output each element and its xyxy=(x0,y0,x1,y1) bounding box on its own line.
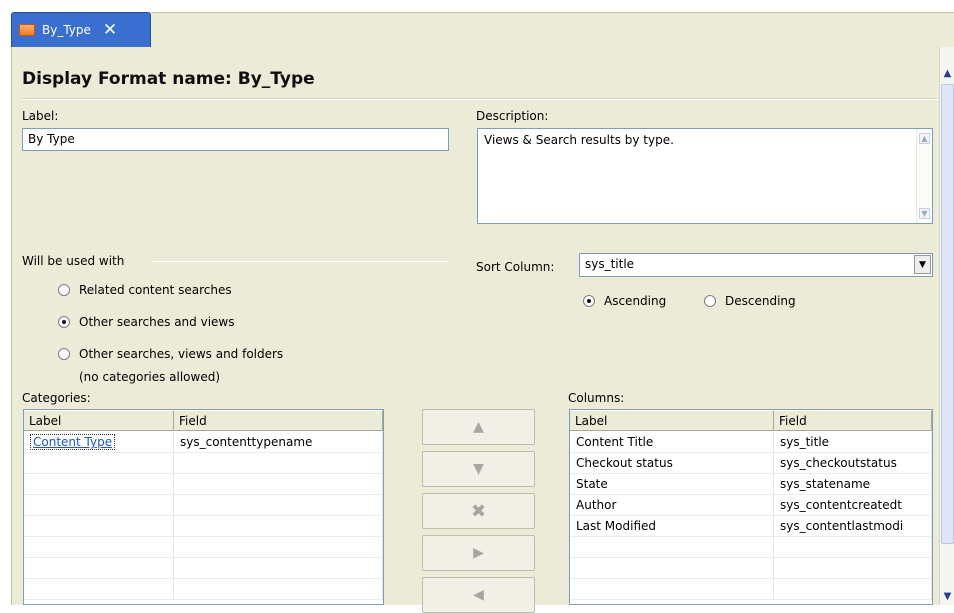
usage-group-divider xyxy=(152,261,449,262)
radio-descending[interactable]: Descending xyxy=(704,294,796,308)
table-cell-field: sys_statename xyxy=(774,474,932,495)
radio-button-icon xyxy=(58,284,70,296)
radio-other-searches-views-folders[interactable]: Other searches, views and folders xyxy=(58,347,283,361)
tab-by-type[interactable]: By_Type ✕ xyxy=(11,12,151,47)
description-text: Views & Search results by type. xyxy=(484,133,674,147)
radio-label: Other searches, views and folders xyxy=(79,347,284,361)
table-cell-label: Content Title xyxy=(570,432,774,453)
table-row[interactable]: Last Modified sys_contentlastmodi xyxy=(570,516,932,537)
move-left-button[interactable]: ◀ xyxy=(422,577,535,613)
radio-ascending[interactable]: Ascending xyxy=(583,294,666,308)
move-down-icon: ▼ xyxy=(473,461,484,477)
table-row[interactable]: Author sys_contentcreatedt xyxy=(570,495,932,516)
table-cell-label: Last Modified xyxy=(570,516,774,537)
columns-label: Columns: xyxy=(568,391,625,405)
table-cell-field: sys_contenttypename xyxy=(174,432,383,453)
table-row-empty xyxy=(24,495,383,516)
display-format-icon xyxy=(19,24,35,36)
remove-button[interactable]: ✖ xyxy=(422,493,535,529)
editor-scrollbar[interactable]: ▲ ▼ xyxy=(939,47,954,605)
table-row[interactable]: Content Type sys_contenttypename xyxy=(24,432,383,453)
table-row-empty xyxy=(570,537,932,558)
move-up-button[interactable]: ▲ xyxy=(422,409,535,445)
scrollbar-thumb[interactable] xyxy=(941,84,954,544)
column-header-field[interactable]: Field xyxy=(774,410,932,431)
radio-sublabel: (no categories allowed) xyxy=(79,370,221,384)
table-row-empty xyxy=(24,579,383,600)
remove-icon: ✖ xyxy=(470,500,487,522)
categories-label: Categories: xyxy=(22,391,91,405)
move-down-button[interactable]: ▼ xyxy=(422,451,535,487)
page-title: Display Format name: By_Type xyxy=(22,69,315,89)
table-cell-field: sys_checkoutstatus xyxy=(774,453,932,474)
move-left-icon: ◀ xyxy=(473,587,484,603)
radio-label: Other searches and views xyxy=(79,315,235,329)
usage-group-label: Will be used with xyxy=(22,254,125,268)
label-field-label: Label: xyxy=(22,109,59,123)
display-format-editor: Display Format name: By_Type Label: By T… xyxy=(11,47,940,613)
table-row[interactable]: State sys_statename xyxy=(570,474,932,495)
radio-related-content-searches[interactable]: Related content searches xyxy=(58,283,232,297)
table-row-empty xyxy=(570,579,932,600)
table-cell-field: sys_title xyxy=(774,432,932,453)
tab-strip-background xyxy=(151,12,954,47)
cell-text: Content Type xyxy=(30,434,116,450)
radio-other-searches-and-views[interactable]: Other searches and views xyxy=(58,315,234,329)
table-cell-field: sys_contentcreatedt xyxy=(774,495,932,516)
radio-label: Related content searches xyxy=(79,283,232,297)
radio-label: Ascending xyxy=(604,294,667,308)
close-icon[interactable]: ✕ xyxy=(103,21,117,39)
sort-column-value: sys_title xyxy=(585,257,635,271)
title-divider xyxy=(22,98,940,100)
chevron-down-icon[interactable]: ▼ xyxy=(914,255,931,274)
scroll-up-icon[interactable]: ▲ xyxy=(919,133,930,144)
tab-title: By_Type xyxy=(42,23,91,37)
table-row-empty xyxy=(24,453,383,474)
radio-button-icon xyxy=(58,348,70,360)
table-row-empty xyxy=(24,537,383,558)
label-input[interactable]: By Type xyxy=(22,128,449,151)
move-up-icon: ▲ xyxy=(473,419,484,435)
table-cell-field: sys_contentlastmodi xyxy=(774,516,932,537)
radio-button-selected-icon xyxy=(58,316,70,328)
table-row-empty xyxy=(24,474,383,495)
table-row-empty xyxy=(24,558,383,579)
table-cell-label: Author xyxy=(570,495,774,516)
table-cell-label: Checkout status xyxy=(570,453,774,474)
description-textarea[interactable]: Views & Search results by type. ▲ ▼ xyxy=(477,128,933,224)
radio-label: Descending xyxy=(725,294,796,308)
table-row-empty xyxy=(570,558,932,579)
scroll-down-icon[interactable]: ▼ xyxy=(919,208,930,219)
categories-table-header: Label Field xyxy=(24,410,383,431)
description-field-label: Description: xyxy=(476,109,549,123)
sort-column-label: Sort Column: xyxy=(476,260,555,274)
editor-tab-strip: By_Type ✕ xyxy=(0,0,954,47)
move-right-icon: ▶ xyxy=(473,545,484,561)
columns-table-header: Label Field xyxy=(570,410,932,431)
table-cell-label[interactable]: Content Type xyxy=(24,432,174,453)
move-right-button[interactable]: ▶ xyxy=(422,535,535,571)
column-header-label[interactable]: Label xyxy=(24,410,174,431)
description-scrollbar[interactable]: ▲ ▼ xyxy=(916,129,932,223)
table-row[interactable]: Checkout status sys_checkoutstatus xyxy=(570,453,932,474)
radio-button-icon xyxy=(704,295,716,307)
table-row[interactable]: Content Title sys_title xyxy=(570,432,932,453)
scroll-down-icon[interactable]: ▼ xyxy=(940,588,954,605)
column-header-field[interactable]: Field xyxy=(174,410,383,431)
table-cell-label: State xyxy=(570,474,774,495)
column-header-label[interactable]: Label xyxy=(570,410,774,431)
categories-table[interactable]: Label Field Content Type sys_contenttype… xyxy=(23,409,384,605)
scroll-up-icon[interactable]: ▲ xyxy=(940,65,954,82)
sort-column-select[interactable]: sys_title ▼ xyxy=(579,253,933,277)
radio-button-selected-icon xyxy=(583,295,595,307)
table-row-empty xyxy=(24,516,383,537)
columns-table[interactable]: Label Field Content Title sys_title Chec… xyxy=(569,409,933,605)
